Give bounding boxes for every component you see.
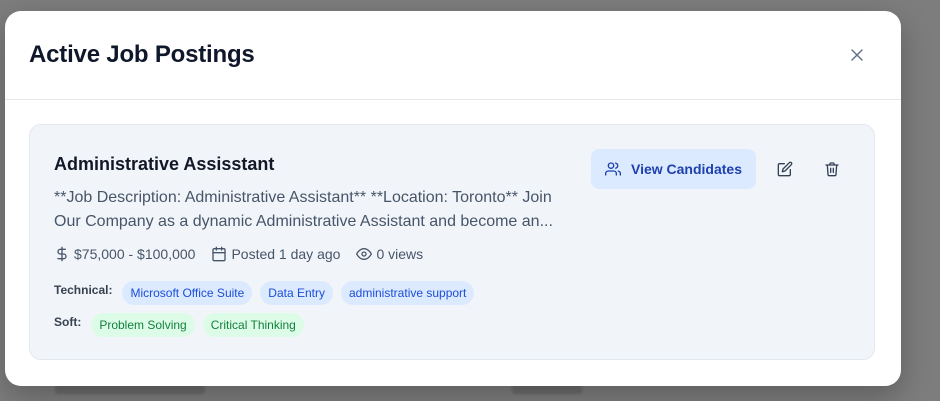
view-count: 0 views (356, 246, 423, 262)
dollar-icon (57, 246, 67, 262)
posted-date: Posted 1 day ago (211, 246, 340, 262)
job-postings-modal: Active Job Postings Administrative Assis… (5, 11, 901, 386)
users-icon (604, 162, 621, 176)
salary: $75,000 - $100,000 (54, 246, 195, 262)
job-title: Administrative Assisstant (54, 154, 275, 174)
job-description: **Job Description: Administrative Assist… (54, 189, 553, 230)
technical-label: Technical: (54, 283, 113, 297)
view-candidates-button[interactable]: View Candidates (591, 149, 756, 189)
salary-text: $75,000 - $100,000 (74, 246, 196, 262)
skill-tag: Data Entry (260, 281, 333, 305)
close-icon (851, 49, 863, 61)
job-card: Administrative Assisstant **Job Descript… (29, 124, 875, 360)
edit-button[interactable] (773, 157, 797, 181)
calendar-icon (212, 246, 227, 262)
modal-title: Active Job Postings (29, 41, 255, 68)
modal-header: Active Job Postings (5, 11, 901, 100)
close-button[interactable] (845, 43, 869, 67)
technical-skills: Technical: Microsoft Office Suite Data E… (54, 281, 482, 305)
posted-text: Posted 1 day ago (231, 246, 341, 262)
skill-tag: administrative support (341, 281, 475, 305)
job-meta: $75,000 - $100,000 Posted 1 day ago 0 vi… (54, 246, 439, 262)
skill-tag: Microsoft Office Suite (122, 281, 253, 305)
soft-skills: Soft: Problem Solving Critical Thinking (54, 313, 312, 337)
trash-icon (825, 162, 839, 177)
skill-tag: Critical Thinking (202, 313, 304, 337)
skill-tag: Problem Solving (91, 313, 195, 337)
views-text: 0 views (376, 246, 424, 262)
eye-icon (356, 248, 373, 260)
edit-icon (777, 161, 793, 177)
soft-label: Soft: (54, 315, 82, 329)
view-candidates-label: View Candidates (630, 161, 742, 177)
delete-button[interactable] (820, 157, 844, 181)
